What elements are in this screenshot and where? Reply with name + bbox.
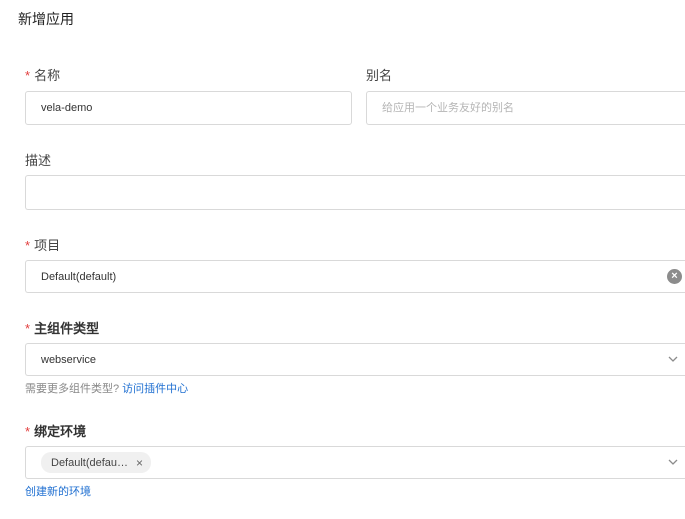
clear-icon[interactable]: ×	[667, 269, 682, 284]
component-type-label-text: 主组件类型	[34, 321, 100, 336]
chevron-down-icon	[668, 459, 678, 465]
alias-input[interactable]	[382, 102, 685, 114]
dialog-title: 新增应用	[18, 11, 74, 27]
alias-field[interactable]	[366, 91, 685, 125]
project-label-text: 项目	[34, 238, 61, 253]
component-type-label: * 主组件类型	[25, 318, 99, 337]
component-type-hint: 需要更多组件类型? 访问插件中心	[25, 380, 188, 396]
component-type-value: webservice	[41, 353, 97, 366]
required-mark: *	[25, 68, 31, 83]
plugin-center-link[interactable]: 访问插件中心	[122, 383, 188, 395]
required-mark: *	[25, 424, 31, 439]
description-field[interactable]	[25, 175, 685, 210]
component-type-hint-text: 需要更多组件类型?	[25, 383, 120, 395]
name-input[interactable]	[41, 102, 351, 114]
environment-label: * 绑定环境	[25, 421, 86, 440]
name-field[interactable]	[25, 91, 352, 125]
project-label: * 项目	[25, 235, 60, 254]
environment-select[interactable]: Default(defau… ×	[25, 446, 685, 479]
project-value: Default(default)	[41, 270, 117, 283]
create-environment-link[interactable]: 创建新的环境	[25, 483, 91, 499]
environment-label-text: 绑定环境	[34, 424, 87, 439]
close-icon[interactable]: ×	[136, 456, 143, 470]
description-input[interactable]	[41, 186, 685, 199]
chevron-down-icon	[668, 356, 678, 362]
name-label-text: 名称	[34, 68, 61, 83]
name-label: * 名称	[25, 65, 60, 84]
environment-tag-label: Default(defau…	[51, 456, 129, 469]
required-mark: *	[25, 321, 31, 336]
required-mark: *	[25, 238, 31, 253]
component-type-select[interactable]: webservice	[25, 343, 685, 376]
description-label: 描述	[25, 153, 52, 168]
project-select[interactable]: Default(default) ×	[25, 260, 685, 293]
environment-tag: Default(defau… ×	[41, 452, 152, 473]
alias-label: 别名	[366, 68, 393, 83]
